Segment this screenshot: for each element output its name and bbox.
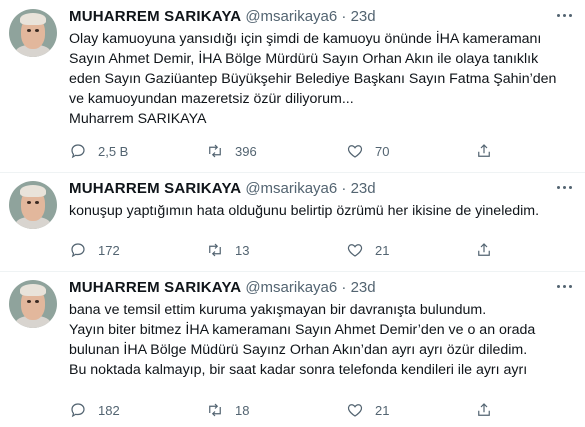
reply-button[interactable]: 172: [69, 240, 120, 260]
share-button[interactable]: [475, 141, 504, 161]
like-button[interactable]: 21: [346, 400, 389, 420]
avatar[interactable]: [9, 9, 57, 57]
avatar[interactable]: [9, 280, 57, 328]
more-icon[interactable]: [557, 14, 573, 18]
share-icon: [478, 403, 490, 416]
tweet-text: Olay kamuoyuna yansıdığı için şimdi de k…: [69, 29, 579, 129]
like-button[interactable]: 21: [346, 240, 389, 260]
reply-count: 172: [98, 242, 120, 258]
tweet-text: bana ve temsil ettim kuruma yakışmayan b…: [69, 300, 579, 380]
tweet-text: konuşup yaptığımın hata olduğunu belirti…: [69, 201, 579, 221]
tweet-actions: 2,5 B 396 70: [69, 141, 509, 161]
retweet-count: 18: [235, 402, 250, 418]
reply-icon: [71, 243, 85, 258]
tweet-timestamp[interactable]: 23d: [351, 180, 376, 197]
reply-button[interactable]: 2,5 B: [69, 141, 128, 161]
tweet-text-line: Muharrem SARIKAYA: [69, 111, 207, 127]
tweet-text-line: Olay kamuoyuna yansıdığı için şimdi de k…: [69, 31, 542, 47]
reply-count: 182: [98, 402, 120, 418]
tweet[interactable]: MUHARREM SARIKAYA @msarikaya6 · 23d konuş…: [0, 172, 585, 272]
reply-icon: [71, 403, 85, 418]
tweet-timestamp[interactable]: 23d: [351, 279, 376, 296]
tweet-text-line: bulunan İHA Bölge Müdürü Sayınz Orhan Ak…: [69, 342, 528, 358]
reply-count: 2,5 B: [98, 143, 129, 159]
retweet-icon: [209, 243, 221, 257]
avatar[interactable]: [9, 181, 57, 229]
separator-dot: ·: [341, 180, 347, 197]
author-handle[interactable]: @msarikaya6: [245, 279, 337, 296]
like-icon: [347, 404, 363, 417]
share-icon: [478, 144, 490, 157]
more-icon[interactable]: [557, 285, 573, 289]
tweet-text-line: bana ve temsil ettim kuruma yakışmayan b…: [69, 302, 487, 318]
like-count: 70: [375, 143, 390, 159]
reply-button[interactable]: 182: [69, 400, 120, 420]
retweet-button[interactable]: 18: [206, 400, 249, 420]
tweet-text-line: konuşup yaptığımın hata olduğunu belirti…: [69, 203, 540, 219]
retweet-button[interactable]: 396: [206, 141, 257, 161]
author-name[interactable]: MUHARREM SARIKAYA: [69, 180, 241, 197]
tweet-header: MUHARREM SARIKAYA @msarikaya6 · 23d: [69, 7, 376, 27]
tweet[interactable]: MUHARREM SARIKAYA @msarikaya6 · 23d bana …: [0, 271, 585, 427]
share-icon: [478, 243, 490, 256]
tweet-header: MUHARREM SARIKAYA @msarikaya6 · 23d: [69, 179, 376, 199]
author-name[interactable]: MUHARREM SARIKAYA: [69, 8, 241, 25]
tweet-header: MUHARREM SARIKAYA @msarikaya6 · 23d: [69, 278, 376, 298]
separator-dot: ·: [341, 8, 347, 25]
retweet-icon: [209, 403, 221, 417]
more-icon[interactable]: [557, 186, 573, 190]
tweet-text-line: eden Sayın Gaziüantep Büyükşehir Belediy…: [69, 71, 557, 87]
tweet-text-line: Sayın Ahmet Demir, İHA Bölge Mürdürü Say…: [69, 51, 539, 67]
tweet-actions: 172 13 21: [69, 240, 509, 260]
author-handle[interactable]: @msarikaya6: [245, 8, 337, 25]
share-button[interactable]: [475, 400, 504, 420]
tweet-text-line: Yayın biter bitmez İHA kameramanı Sayın …: [69, 322, 536, 338]
reply-icon: [71, 144, 85, 159]
share-button[interactable]: [475, 240, 504, 260]
tweet-timestamp[interactable]: 23d: [351, 8, 376, 25]
like-icon: [347, 145, 363, 158]
like-icon: [347, 244, 363, 257]
like-count: 21: [375, 242, 390, 258]
author-handle[interactable]: @msarikaya6: [245, 180, 337, 197]
retweet-button[interactable]: 13: [206, 240, 249, 260]
tweet[interactable]: MUHARREM SARIKAYA @msarikaya6 · 23d Olay …: [0, 0, 585, 173]
retweet-count: 13: [235, 242, 250, 258]
retweet-count: 396: [235, 143, 257, 159]
tweet-actions: 182 18 21: [69, 400, 509, 420]
author-name[interactable]: MUHARREM SARIKAYA: [69, 279, 241, 296]
like-count: 21: [375, 402, 390, 418]
tweet-text-line: Bu noktada kalmayıp, bir saat kadar sonr…: [69, 362, 528, 378]
tweet-text-line: ve kamuoyundan mazeretsiz özür diliyorum…: [69, 91, 354, 107]
like-button[interactable]: 70: [346, 141, 389, 161]
separator-dot: ·: [341, 279, 347, 296]
retweet-icon: [209, 144, 221, 158]
